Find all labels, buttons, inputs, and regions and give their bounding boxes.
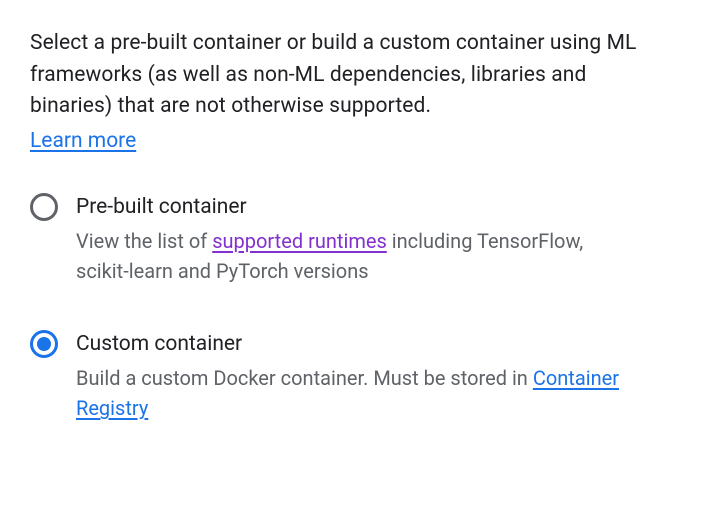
- supported-runtimes-link[interactable]: supported runtimes: [212, 229, 387, 253]
- radio-custom-container[interactable]: [30, 330, 58, 358]
- option-prebuilt-desc-before: View the list of: [76, 229, 212, 253]
- radio-prebuilt-container[interactable]: [30, 193, 58, 221]
- option-custom-desc: Build a custom Docker container. Must be…: [76, 363, 636, 423]
- container-intro-text: Select a pre-built container or build a …: [30, 28, 670, 123]
- option-custom-title[interactable]: Custom container: [76, 330, 680, 359]
- option-custom-desc-before: Build a custom Docker container. Must be…: [76, 366, 533, 390]
- option-prebuilt-container: Pre-built container View the list of sup…: [30, 193, 680, 286]
- learn-more-link[interactable]: Learn more: [30, 129, 136, 153]
- container-options: Pre-built container View the list of sup…: [30, 193, 680, 424]
- option-prebuilt-desc: View the list of supported runtimes incl…: [76, 226, 636, 286]
- option-prebuilt-title[interactable]: Pre-built container: [76, 193, 680, 222]
- option-custom-container: Custom container Build a custom Docker c…: [30, 330, 680, 423]
